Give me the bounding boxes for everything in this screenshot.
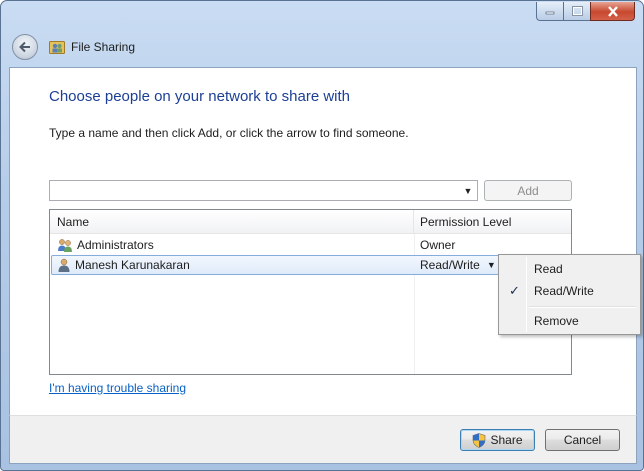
list-header: Name Permission Level — [50, 210, 571, 234]
button-bar: Share Cancel — [9, 415, 637, 464]
trouble-sharing-link[interactable]: I'm having trouble sharing — [49, 381, 186, 395]
window-title-area: File Sharing — [49, 38, 135, 56]
content-pane: Choose people on your network to share w… — [9, 67, 637, 415]
checkmark-icon: ✓ — [509, 283, 520, 298]
row-name: Manesh Karunakaran — [75, 258, 190, 272]
menu-item-label: Remove — [534, 314, 579, 328]
permission-context-menu: Read ✓ Read/Write Remove — [498, 254, 641, 335]
menu-item-read-write[interactable]: ✓ Read/Write — [501, 280, 638, 302]
name-input[interactable] — [50, 181, 450, 199]
window-frame: File Sharing Choose people on your netwo… — [0, 0, 644, 471]
permission-dropdown-arrow-icon[interactable]: ▼ — [487, 260, 496, 270]
name-combobox[interactable]: ▼ — [49, 180, 478, 201]
menu-divider — [529, 306, 636, 308]
menu-item-read[interactable]: Read — [501, 258, 638, 280]
minimize-button[interactable] — [536, 2, 563, 21]
share-button-label: Share — [490, 433, 523, 447]
cancel-button[interactable]: Cancel — [545, 429, 620, 451]
dropdown-arrow-icon[interactable]: ▼ — [461, 182, 475, 199]
menu-item-label: Read — [534, 262, 563, 276]
column-header-permission[interactable]: Permission Level — [414, 210, 571, 234]
maximize-icon — [571, 6, 583, 16]
window-title: File Sharing — [71, 40, 136, 54]
maximize-button[interactable] — [563, 2, 590, 21]
row-permission: Read/Write — [420, 258, 480, 272]
column-header-name[interactable]: Name — [50, 210, 414, 234]
add-button[interactable]: Add — [484, 180, 572, 201]
file-sharing-icon — [49, 41, 65, 54]
close-button[interactable] — [590, 2, 635, 21]
user-group-icon — [58, 238, 72, 252]
instruction-text: Type a name and then click Add, or click… — [49, 126, 409, 140]
back-button[interactable] — [12, 34, 38, 60]
row-permission: Owner — [420, 237, 456, 252]
caption-buttons — [536, 2, 635, 22]
row-name: Administrators — [77, 237, 154, 252]
user-icon — [58, 258, 70, 272]
minimize-icon — [545, 11, 555, 15]
uac-shield-icon — [473, 432, 486, 448]
list-row-manesh[interactable]: Manesh Karunakaran Read/Write ▼ — [51, 255, 570, 275]
share-button[interactable]: Share — [460, 429, 535, 451]
list-row-administrators[interactable]: Administrators Owner — [51, 235, 570, 254]
people-list: Name Permission Level Administrators Own… — [49, 209, 572, 375]
menu-item-remove[interactable]: Remove — [501, 310, 638, 332]
back-arrow-icon — [19, 41, 30, 53]
menu-item-label: Read/Write — [534, 284, 594, 298]
close-icon — [607, 5, 618, 17]
page-heading: Choose people on your network to share w… — [49, 88, 351, 105]
